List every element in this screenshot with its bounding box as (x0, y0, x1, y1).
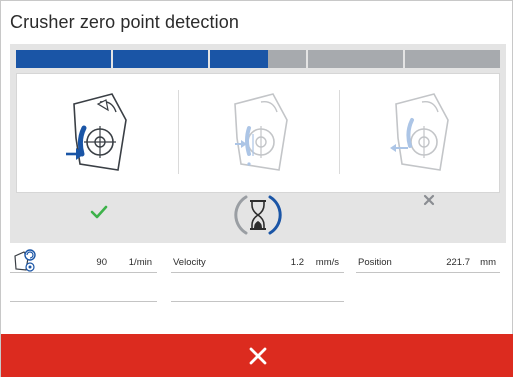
progress-segment-3 (210, 50, 306, 68)
cancel-button[interactable] (1, 334, 513, 377)
progress-segment-1 (16, 50, 112, 68)
speed-unit: 1/min (128, 257, 152, 268)
crusher-speed-icon (14, 249, 36, 272)
position-label: Position (358, 257, 392, 268)
progress-panel (10, 44, 506, 243)
progress-segment-3-fill (210, 50, 268, 68)
velocity-label: Velocity (173, 257, 206, 268)
progress-segment-2 (113, 50, 209, 68)
progress-segment-4 (307, 50, 403, 68)
position-readout: Position 221.7 mm (356, 245, 500, 273)
crusher-zero-point-dialog: Crusher zero point detection 90 1/min Ve… (0, 0, 513, 377)
step-3 (339, 74, 500, 194)
step-status-row (16, 194, 500, 242)
position-unit: mm (480, 257, 496, 268)
close-icon (249, 347, 266, 365)
speed-readout: 90 1/min (10, 245, 157, 273)
step-2 (178, 74, 339, 194)
cross-icon (423, 194, 435, 206)
velocity-readout: Velocity 1.2 mm/s (171, 245, 344, 273)
crusher-zero-contact-icon (233, 93, 288, 171)
crusher-move-in-icon (65, 93, 127, 171)
progress-segment-5 (404, 50, 501, 68)
progress-bar (16, 50, 501, 68)
velocity-value: 1.2 (290, 257, 304, 268)
hourglass-icon (234, 195, 282, 235)
step-1 (17, 74, 178, 194)
checkmark-icon (90, 205, 108, 219)
empty-readout (10, 273, 157, 302)
empty-readout (171, 273, 344, 302)
position-value: 221.7 (446, 257, 470, 268)
steps-illustration (16, 73, 500, 193)
speed-value: 90 (96, 257, 107, 268)
velocity-unit: mm/s (315, 257, 339, 268)
dialog-title: Crusher zero point detection (10, 12, 239, 32)
crusher-move-out-icon (389, 93, 449, 171)
